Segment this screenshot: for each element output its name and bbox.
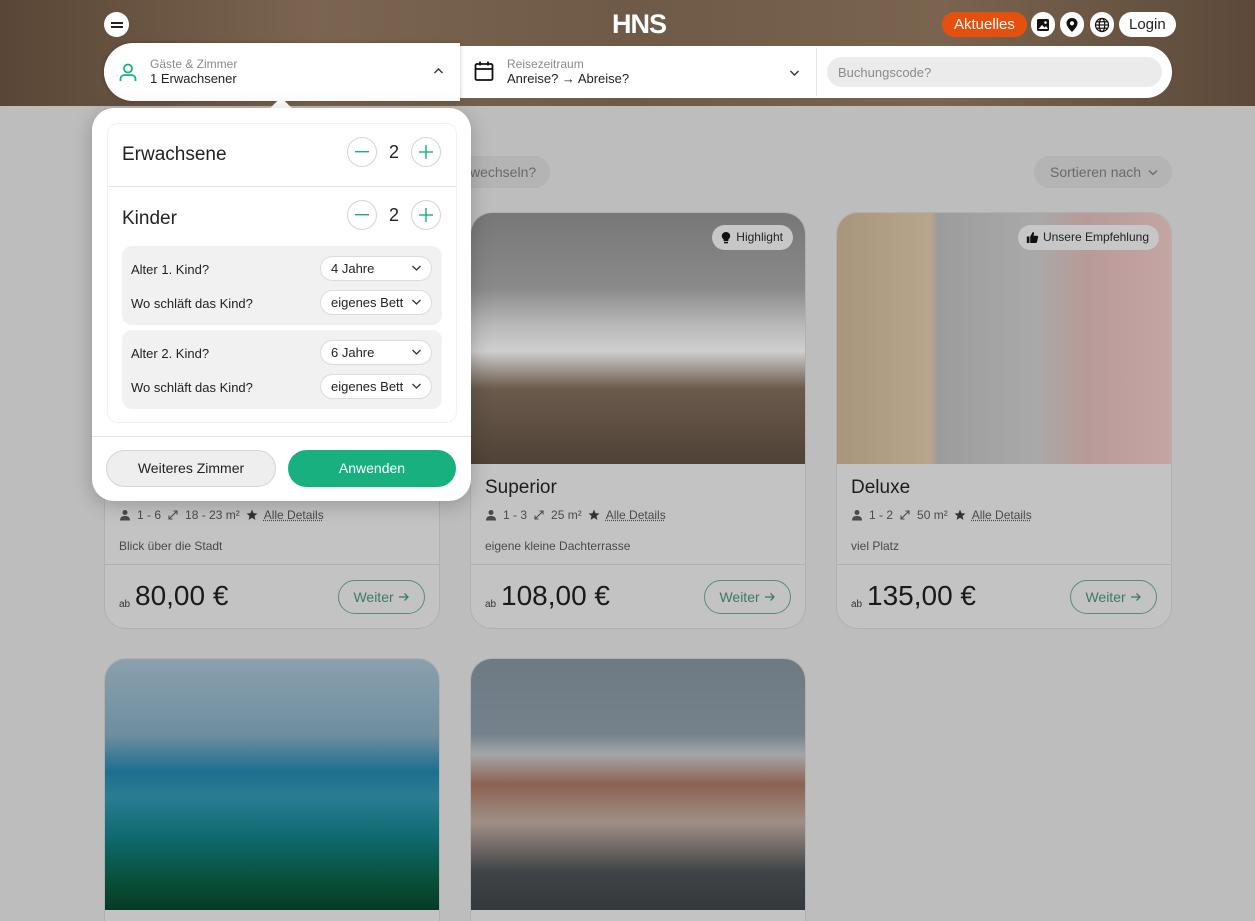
menu-button[interactable] <box>104 12 129 37</box>
children-label: Kinder <box>122 208 177 229</box>
person-icon <box>119 63 137 81</box>
price-prefix: ab <box>485 599 497 610</box>
card-divider <box>105 564 439 565</box>
card-divider <box>837 564 1171 565</box>
arrow-right-icon <box>1130 593 1141 601</box>
period-label: Reisezeitraum <box>507 57 584 71</box>
details-link[interactable]: Alle Details <box>972 508 1032 522</box>
room-meta: 1 - 6 18 - 23 m² Alle Details <box>119 508 324 522</box>
resize-icon <box>168 510 178 520</box>
arrow-right-icon <box>398 593 409 601</box>
guests-label: Gäste & Zimmer <box>150 57 238 71</box>
thumbs-up-icon <box>1026 232 1039 243</box>
booking-code-input[interactable] <box>827 57 1162 87</box>
chevron-down-icon <box>1148 170 1158 176</box>
child-age-select[interactable]: 4 Jahre <box>320 256 432 281</box>
child-age-label: Alter 2. Kind? <box>131 346 210 361</box>
room-card[interactable]: Unsere Empfehlung Deluxe 1 - 2 50 m² All… <box>836 212 1172 629</box>
adults-label: Erwachsene <box>122 144 227 165</box>
room-meta: 1 - 3 25 m² Alle Details <box>485 508 666 522</box>
apply-button[interactable]: Anwenden <box>288 450 456 487</box>
adults-increment-button[interactable] <box>411 137 441 167</box>
sort-button[interactable]: Sortieren nach <box>1034 156 1172 188</box>
sort-label: Sortieren nach <box>1050 164 1142 180</box>
location-button[interactable] <box>1060 12 1084 37</box>
children-count: 2 <box>388 205 399 225</box>
card-divider <box>471 564 805 565</box>
highlight-badge: Highlight <box>712 225 793 250</box>
chevron-down-icon <box>412 349 421 355</box>
minus-icon <box>355 214 369 216</box>
popup-divider <box>108 186 456 187</box>
calendar-icon <box>474 61 494 81</box>
adults-count: 2 <box>388 142 399 162</box>
price-prefix: ab <box>119 599 131 610</box>
child-bed-label: Wo schläft das Kind? <box>131 380 253 395</box>
next-button[interactable]: Weiter <box>1070 580 1157 614</box>
guests-icon <box>120 510 130 521</box>
room-price: 135,00 € <box>867 580 976 611</box>
room-image <box>471 213 805 464</box>
room-description: eigene kleine Dachterrasse <box>485 539 631 553</box>
price-prefix: ab <box>851 599 863 610</box>
login-button[interactable]: Login <box>1119 12 1176 37</box>
chevron-down-icon <box>412 265 421 271</box>
next-button[interactable]: Weiter <box>338 580 425 614</box>
gallery-button[interactable] <box>1031 12 1055 37</box>
resize-icon <box>900 510 910 520</box>
room-price: 80,00 € <box>135 580 229 611</box>
star-icon <box>246 509 258 520</box>
room-card[interactable]: Highlight Superior 1 - 3 25 m² Alle Deta… <box>470 212 806 629</box>
search-divider <box>816 48 817 96</box>
next-button[interactable]: Weiter <box>704 580 791 614</box>
room-name: Deluxe <box>851 477 911 498</box>
room-image <box>471 659 805 910</box>
children-decrement-button[interactable] <box>347 200 377 230</box>
star-icon <box>588 509 600 520</box>
period-value: Anreise? → Abreise? <box>507 71 630 86</box>
globe-icon <box>1094 17 1110 32</box>
room-meta: 1 - 2 50 m² Alle Details <box>851 508 1032 522</box>
children-increment-button[interactable] <box>411 200 441 230</box>
arrow-right-icon <box>764 593 775 601</box>
room-price: 108,00 € <box>501 580 610 611</box>
child-bed-select[interactable]: eigenes Bett <box>320 290 432 315</box>
chevron-down-icon <box>412 383 421 389</box>
room-image <box>837 213 1171 464</box>
child-age-select[interactable]: 6 Jahre <box>320 340 432 365</box>
child-age-label: Alter 1. Kind? <box>131 262 210 277</box>
chevron-down-icon[interactable] <box>789 69 800 77</box>
chevron-up-icon[interactable] <box>433 67 444 75</box>
room-card[interactable] <box>470 658 806 921</box>
room-image <box>105 659 439 910</box>
news-button[interactable]: Aktuelles <box>942 12 1027 37</box>
details-link[interactable]: Alle Details <box>264 508 324 522</box>
details-link[interactable]: Alle Details <box>606 508 666 522</box>
room-description: Blick über die Stadt <box>119 539 223 553</box>
plus-icon <box>419 208 433 222</box>
recommendation-badge: Unsere Empfehlung <box>1017 225 1159 250</box>
child-bed-select[interactable]: eigenes Bett <box>320 374 432 399</box>
minus-icon <box>355 151 369 153</box>
location-pin-icon <box>1066 17 1078 32</box>
room-card[interactable] <box>104 658 440 921</box>
image-icon <box>1037 18 1049 31</box>
room-description: viel Platz <box>851 539 900 553</box>
add-room-button[interactable]: Weiteres Zimmer <box>106 450 276 487</box>
star-icon <box>954 509 966 520</box>
popup-footer-divider <box>92 436 471 437</box>
menu-icon <box>110 25 123 28</box>
resize-icon <box>534 510 544 520</box>
plus-icon <box>419 145 433 159</box>
language-button[interactable] <box>1090 12 1114 37</box>
guests-icon <box>852 510 862 521</box>
guests-value: 1 Erwachsener <box>150 71 237 86</box>
child-bed-label: Wo schläft das Kind? <box>131 296 253 311</box>
chevron-down-icon <box>412 299 421 305</box>
adults-decrement-button[interactable] <box>347 137 377 167</box>
guests-icon <box>486 510 496 521</box>
logo[interactable]: HNS <box>607 9 671 40</box>
room-name: Superior <box>485 477 557 498</box>
lightbulb-icon <box>722 232 731 244</box>
